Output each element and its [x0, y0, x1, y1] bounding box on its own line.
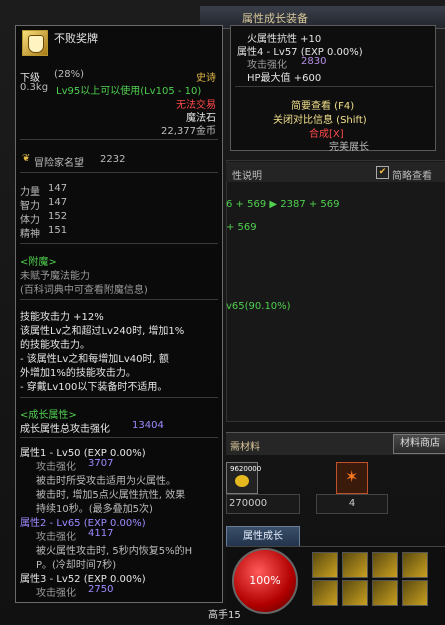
medal-icon: [22, 30, 48, 56]
skill-desc-line: 的技能攻击力。: [20, 340, 90, 351]
attr3-atk-value: 2750: [88, 584, 114, 595]
skill-desc-line: - 该属性Lv之和每增加Lv40时, 额: [20, 354, 169, 365]
stat-vit-label: 体力: [20, 215, 40, 226]
growth-title: <成长属性>: [20, 410, 77, 421]
material-label: 需材料: [230, 442, 260, 453]
character-name: 高手15: [208, 610, 241, 621]
fame-label: 冒险家名望: [34, 158, 84, 169]
fame-value: 2232: [100, 154, 126, 165]
attr2-desc-line: 被火属性攻击时, 5秒内恢复5%的H: [36, 546, 193, 557]
skill-desc-line: 外增加1%的技能攻击力。: [20, 368, 136, 379]
skill-slot[interactable]: [312, 580, 338, 606]
material-slot-count: 9620000: [230, 465, 262, 473]
item-price: 22,377金币: [161, 126, 216, 137]
item-grade-pct: (28%): [54, 69, 85, 80]
fire-icon: ✶: [345, 467, 359, 486]
attr1-head: 属性1 - Lv50 (EXP 0.00%): [20, 448, 146, 459]
enchant-line-2: (百科词典中可查看附魔信息): [20, 285, 148, 296]
popup-extra: 完美展长: [329, 142, 369, 153]
hp-orb: 100%: [232, 548, 298, 614]
attr2-atk-value: 4117: [88, 528, 114, 539]
popup-hp-max: HP最大值 +600: [247, 73, 322, 84]
attr3-atk-label: 攻击强化: [36, 588, 76, 599]
attr1-desc-line: 被击时, 增加5点火属性抗性, 效果: [36, 490, 186, 501]
attr1-desc-line: 被击时所受攻击适用为火属性。: [36, 476, 176, 487]
skill-slot[interactable]: [372, 580, 398, 606]
compare-popup: 火属性抗性 +10 属性4 - Lv57 (EXP 0.00%) 攻击强化 28…: [230, 25, 436, 153]
attr2-desc-line: P。(冷却时间7秒): [36, 560, 117, 571]
material-slot-fire[interactable]: ✶: [336, 462, 368, 494]
attr2-head: 属性2 - Lv65 (EXP 0.00%): [20, 518, 146, 529]
attr3-head: 属性3 - Lv52 (EXP 0.00%): [20, 574, 146, 585]
material-amount-fire: 4: [316, 494, 388, 514]
stat-spi-value: 151: [48, 225, 68, 236]
stat-int-value: 147: [48, 197, 68, 208]
window-title: 属性成长装备: [242, 12, 308, 25]
attr1-atk-value: 3707: [88, 458, 114, 469]
item-level-req: Lv95以上可以使用(Lv105 - 10): [56, 86, 202, 97]
simple-view-checkbox[interactable]: ✔: [376, 166, 389, 179]
close-compare-button[interactable]: 关闭对比信息 (Shift): [273, 111, 367, 126]
growth-total-label: 成长属性总攻击强化: [20, 424, 110, 435]
gold-coin-icon: [235, 475, 249, 487]
skill-desc-line: - 穿戴Lv100以下装备时不适用。: [20, 382, 168, 393]
fame-icon: ❦: [22, 153, 31, 164]
material-amount-gold: 270000: [226, 494, 300, 514]
popup-atk-value: 2830: [301, 56, 327, 67]
skill-slot[interactable]: [312, 552, 338, 578]
stat-vit-value: 152: [48, 211, 68, 222]
stat-compare-line: 6 + 569 ▶ 2387 + 569: [226, 199, 340, 210]
panel-title: 性说明: [232, 171, 262, 182]
item-tooltip: 不败奖牌 下级 (28%) 史诗 0.3kg Lv95以上可以使用(Lv105 …: [15, 25, 223, 603]
brief-view-button[interactable]: 简要查看 (F4): [291, 97, 354, 112]
attr1-desc-line: 持续10秒。(最多叠加5次): [36, 504, 153, 515]
skill-slot[interactable]: [402, 580, 428, 606]
attr1-atk-label: 攻击强化: [36, 462, 76, 473]
stat-str-value: 147: [48, 183, 68, 194]
stat-str-label: 力量: [20, 187, 40, 198]
attribute-growth-tab[interactable]: 属性成长: [226, 526, 300, 548]
growth-total-value: 13404: [132, 420, 164, 431]
stat-spi-label: 精神: [20, 229, 40, 240]
simple-view-label: 简略查看: [392, 171, 432, 182]
skill-desc-line: 该属性Lv之和超过Lv240时, 增加1%: [20, 326, 185, 337]
material-shop-button[interactable]: 材料商店: [393, 434, 445, 454]
enchant-title: <附魔>: [20, 257, 57, 268]
attr2-atk-label: 攻击强化: [36, 532, 76, 543]
item-name: 不败奖牌: [54, 32, 98, 45]
skill-slot[interactable]: [342, 580, 368, 606]
skill-slot[interactable]: [372, 552, 398, 578]
skill-desc-line: 技能攻击力 +12%: [20, 312, 104, 323]
stat-level-line: v65(90.10%): [226, 301, 291, 312]
stat-int-label: 智力: [20, 201, 40, 212]
stat-compare-line-2: + 569: [226, 222, 257, 233]
skill-slot[interactable]: [342, 552, 368, 578]
enchant-line-1: 未赋予魔法能力: [20, 271, 90, 282]
material-slot-gold[interactable]: 9620000: [226, 462, 262, 494]
skill-slot[interactable]: [402, 552, 428, 578]
item-weight: 0.3kg: [20, 82, 49, 93]
